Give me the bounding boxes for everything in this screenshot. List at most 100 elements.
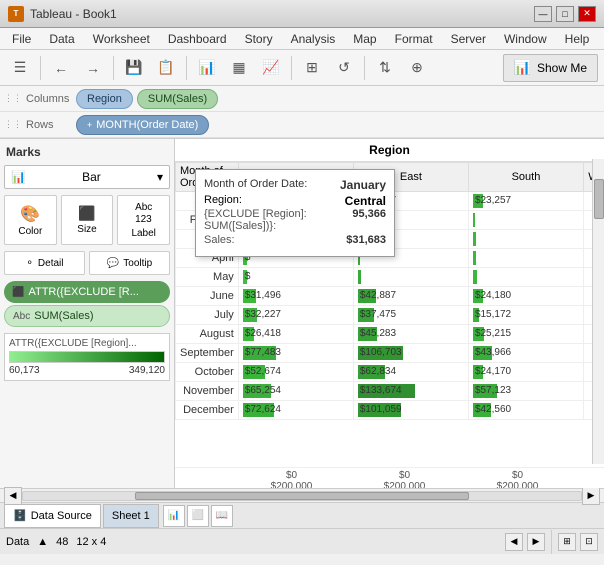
filter-button[interactable]: ⊞: [298, 54, 326, 82]
axis-label-max-1: $200,000: [235, 481, 348, 488]
scroll-left-button[interactable]: ◀: [4, 487, 22, 505]
tooltip-title: Month of Order Date: January: [204, 178, 386, 190]
marks-type-icon: 📊: [11, 170, 26, 184]
month-cell: May: [176, 268, 239, 287]
bar-chart-button[interactable]: 📊: [193, 54, 221, 82]
color-label: Color: [18, 226, 42, 237]
bottom-tab-bar: 🗄️ Data Source Sheet 1 📊 ⬜ 📖: [0, 502, 604, 528]
menu-item-help[interactable]: Help: [557, 30, 598, 48]
fit-button[interactable]: ⊡: [580, 533, 598, 551]
menu-item-window[interactable]: Window: [496, 30, 555, 48]
legend-area: ATTR({EXCLUDE [Region]... 60,173 349,120: [4, 333, 170, 381]
axis-area: $0 $200,000 Sales $0 $200,000 Sales $0 $…: [175, 467, 604, 488]
menu-item-file[interactable]: File: [4, 30, 39, 48]
sum-sales-pill[interactable]: SUM(Sales): [137, 89, 218, 109]
new-button[interactable]: ☰: [6, 54, 34, 82]
table-row: May $: [176, 268, 604, 287]
window-title: Tableau - Book1: [30, 7, 117, 21]
back-button[interactable]: ←: [47, 54, 75, 82]
menu-item-server[interactable]: Server: [443, 30, 494, 48]
status-left: Data ▲ 48 12 x 4: [6, 536, 106, 548]
new-story-button[interactable]: 📖: [211, 505, 233, 527]
h-scroll-track[interactable]: [22, 491, 582, 501]
grid-button[interactable]: ⊞: [558, 533, 576, 551]
sum-sales-mark-pill[interactable]: Abc SUM(Sales): [4, 305, 170, 327]
chart2-button[interactable]: 📈: [257, 54, 285, 82]
menu-item-analysis[interactable]: Analysis: [283, 30, 344, 48]
axis-label-max-2: $200,000: [348, 481, 461, 488]
east-cell: $42,887: [353, 287, 468, 306]
label-button[interactable]: Abc123 Label: [117, 195, 170, 245]
south-cell: [468, 249, 583, 268]
tooltip: Month of Order Date: January Region: Cen…: [195, 169, 395, 257]
central-cell: $32,227: [238, 306, 353, 325]
marks-type-dropdown[interactable]: 📊 Bar ▾: [4, 165, 170, 189]
table-row: August $26,418 $45,283 $25,215: [176, 325, 604, 344]
marks-header: Marks: [4, 143, 170, 161]
region-pill[interactable]: Region: [76, 89, 133, 109]
legend-max: 349,120: [129, 365, 165, 376]
month-pill[interactable]: + MONTH(Order Date): [76, 115, 209, 135]
tooltip-button[interactable]: 💬 Tooltip: [89, 251, 170, 275]
marks-type-label: Bar: [82, 170, 101, 184]
south-cell: $24,170: [468, 363, 583, 382]
central-cell: $31,496: [238, 287, 353, 306]
table-button[interactable]: ▦: [225, 54, 253, 82]
prev-button[interactable]: ◀: [505, 533, 523, 551]
south-cell: $24,180: [468, 287, 583, 306]
minimize-button[interactable]: —: [534, 6, 552, 22]
new-dashboard-button[interactable]: ⬜: [187, 505, 209, 527]
menu-item-worksheet[interactable]: Worksheet: [85, 30, 158, 48]
window-controls[interactable]: — □ ✕: [534, 6, 596, 22]
save-button[interactable]: 💾: [120, 54, 148, 82]
east-cell: $45,283: [353, 325, 468, 344]
toolbar: ☰ ← → 💾 📋 📊 ▦ 📈 ⊞ ↺ ⇅ ⊕ 📊 Show Me: [0, 50, 604, 86]
east-cell: [353, 268, 468, 287]
table-row: July $32,227 $37,475 $15,172: [176, 306, 604, 325]
tooltip-sales-value: $31,683: [346, 234, 386, 246]
vertical-scrollbar[interactable]: [592, 159, 604, 464]
close-button[interactable]: ✕: [578, 6, 596, 22]
menu-item-map[interactable]: Map: [345, 30, 384, 48]
south-cell: $43,966: [468, 344, 583, 363]
sort-button[interactable]: ⇅: [371, 54, 399, 82]
forward-button[interactable]: →: [79, 54, 107, 82]
new-worksheet-button[interactable]: 📊: [163, 505, 185, 527]
marks-pills: ⬛ ATTR({EXCLUDE [R... Abc SUM(Sales): [4, 281, 170, 327]
data-source-tab[interactable]: 🗄️ Data Source: [4, 504, 101, 528]
title-bar: T Tableau - Book1 — □ ✕: [0, 0, 604, 28]
horizontal-scrollbar[interactable]: ◀ ▶: [0, 488, 604, 502]
menu-item-story[interactable]: Story: [237, 30, 281, 48]
legend-labels: 60,173 349,120: [9, 365, 165, 376]
next-button[interactable]: ▶: [527, 533, 545, 551]
maximize-button[interactable]: □: [556, 6, 574, 22]
south-cell: $25,215: [468, 325, 583, 344]
h-scroll-thumb[interactable]: [135, 492, 470, 500]
color-button[interactable]: 🎨 Color: [4, 195, 57, 245]
menu-item-dashboard[interactable]: Dashboard: [160, 30, 235, 48]
show-me-label: Show Me: [537, 61, 587, 75]
south-cell: $42,560: [468, 401, 583, 420]
menu-bar: FileDataWorksheetDashboardStoryAnalysisM…: [0, 28, 604, 50]
size-button[interactable]: ⬛ Size: [61, 195, 114, 245]
menu-item-format[interactable]: Format: [387, 30, 441, 48]
east-cell: $37,475: [353, 306, 468, 325]
detail-label: Detail: [38, 258, 64, 269]
group-button[interactable]: ⊕: [403, 54, 431, 82]
menu-item-data[interactable]: Data: [41, 30, 82, 48]
refresh-button[interactable]: ↺: [330, 54, 358, 82]
table-row: October $52,674 $62,834 $24,170: [176, 363, 604, 382]
show-me-button[interactable]: 📊 Show Me: [503, 54, 598, 82]
detail-button[interactable]: ⚬ Detail: [4, 251, 85, 275]
status-bar: Data ▲ 48 12 x 4 ◀ ▶ ⊞ ⊡: [0, 528, 604, 554]
sheet1-tab[interactable]: Sheet 1: [103, 504, 159, 528]
size-label: Size: [77, 224, 96, 235]
rows-label: ⋮⋮ Rows: [4, 119, 74, 131]
tooltip-region-value: Central: [345, 194, 386, 208]
scroll-right-button[interactable]: ▶: [582, 487, 600, 505]
export-button[interactable]: 📋: [152, 54, 180, 82]
exclude-pill[interactable]: ⬛ ATTR({EXCLUDE [R...: [4, 281, 170, 303]
central-cell: $26,418: [238, 325, 353, 344]
tooltip-exclude-value: 95,366: [352, 208, 386, 232]
scrollbar-thumb[interactable]: [594, 179, 604, 219]
